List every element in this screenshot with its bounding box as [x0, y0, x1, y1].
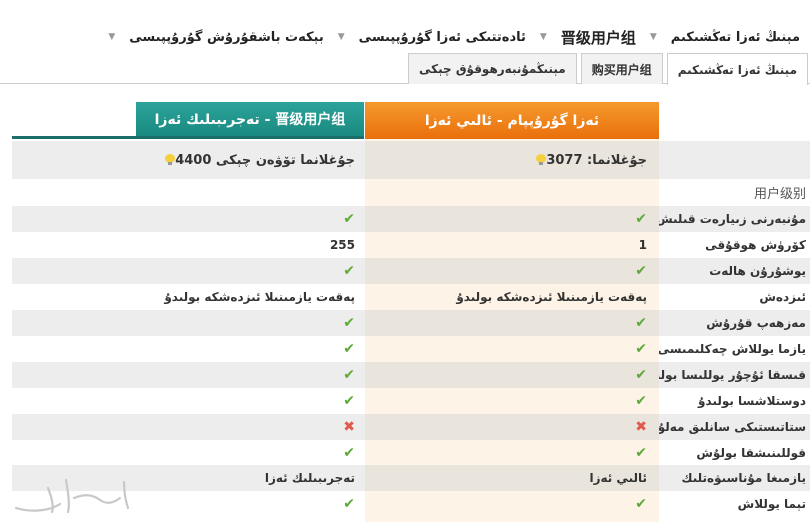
current-plan-header: ئەزا گۇرۇپپام - ئالىي ئەزا: [365, 102, 659, 139]
value-text: پەقەت يازمىنىلا ئىزدەشكە بولىدۇ: [164, 290, 355, 304]
value-text: پەقەت يازمىنىلا ئىزدەشكە بولىدۇ: [456, 290, 647, 304]
table-row: ئىزدەش پەقەت يازمىنىلا ئىزدەشكە بولىدۇ پەق…: [12, 284, 810, 310]
current-value: پەقەت يازمىنىلا ئىزدەشكە بولىدۇ: [365, 284, 659, 310]
row-label: يازما يوللاش چەكلىمىسى يوق: [659, 342, 806, 356]
row-label: تېما يوللاش: [737, 497, 806, 511]
upgrade-value: ✔: [12, 258, 365, 284]
chevron-down-icon[interactable]: ▼: [108, 32, 115, 42]
lightbulb-icon: [536, 154, 547, 166]
score-row: جۇغلانما: 3077 جۇغلانما تۆۋەن چېكى 4400: [12, 141, 810, 179]
table-row: دوستلاشسا بولىدۇ ✔ ✔: [12, 388, 810, 414]
upgrade-value: ✔: [12, 336, 365, 362]
current-value: ✔: [365, 440, 659, 466]
check-icon: ✔: [343, 315, 355, 331]
check-icon: ✔: [343, 263, 355, 279]
check-icon: ✔: [635, 445, 647, 461]
cross-icon: ✖: [635, 419, 647, 435]
current-value: ✔: [365, 258, 659, 284]
section-user-level: 用户级别: [12, 179, 810, 205]
table-row: مۇنبەرنى زىيارەت قىلىش ✔ ✔: [12, 206, 810, 232]
current-plan-name: ئالىي ئەزا: [365, 465, 659, 491]
table-row: يوشۇرۇن ھالەت ✔ ✔: [12, 258, 810, 284]
upgrade-score-text: جۇغلانما تۆۋەن چېكى 4400: [175, 152, 355, 168]
check-icon: ✔: [343, 445, 355, 461]
chevron-down-icon[interactable]: ▼: [650, 32, 657, 42]
upgrade-value: ✔: [12, 388, 365, 414]
current-value: ✔: [365, 310, 659, 336]
table-row: كۆرۈش ھوقۇقى 1 255: [12, 232, 810, 258]
check-icon: ✔: [343, 211, 355, 227]
table-row: يازما يوللاش چەكلىمىسى يوق ✔ ✔: [12, 336, 810, 362]
row-label: مۇنبەرنى زىيارەت قىلىش: [659, 212, 806, 226]
breadcrumb: مېنىڭ ئەزا تەڭشىكىم ▼ 晋级用户组 ▼ ئادەتتىكى …: [10, 24, 800, 50]
row-label: كۆرۈش ھوقۇقى: [705, 238, 806, 252]
current-score-text: جۇغلانما: 3077: [546, 152, 647, 168]
section-label: 用户级别: [753, 186, 806, 202]
check-icon: ✔: [635, 367, 647, 383]
upgrade-value: ✔: [12, 310, 365, 336]
table-row: قىسقا ئۇچۇر يوللىسا بولىدۇ ✔ ✔: [12, 362, 810, 388]
check-icon: ✔: [635, 211, 647, 227]
current-value: ✖: [365, 414, 659, 440]
current-value: ✔: [365, 362, 659, 388]
check-icon: ✔: [343, 393, 355, 409]
breadcrumb-item[interactable]: مېنىڭ ئەزا تەڭشىكىم: [671, 30, 800, 45]
current-value: ✔: [365, 388, 659, 414]
section-label: يازمىغا مۇناسىۋەتلىك: [681, 471, 806, 485]
row-label: مەزھەپ قۇرۇش: [706, 316, 806, 330]
check-icon: ✔: [635, 263, 647, 279]
cross-icon: ✖: [343, 419, 355, 435]
current-value: ✔: [365, 336, 659, 362]
upgrade-value: ✔: [12, 362, 365, 388]
breadcrumb-item[interactable]: ئادەتتىكى ئەزا گۇرۇپپىسى: [359, 30, 526, 45]
tab-buy-group[interactable]: 购买用户组: [580, 53, 663, 84]
upgrade-value: پەقەت يازمىنىلا ئىزدەشكە بولىدۇ: [12, 284, 365, 310]
value-text: 255: [329, 238, 355, 252]
upgrade-plan-underline: [12, 136, 364, 139]
check-icon: ✔: [635, 393, 647, 409]
chevron-down-icon[interactable]: ▼: [338, 32, 345, 42]
breadcrumb-item[interactable]: 晋级用户组: [561, 27, 636, 48]
tab-bar: مېنىڭ ئەزا تەڭشىكىم 购买用户组 مېنىڭمۇنبەرھوق…: [404, 53, 808, 85]
upgrade-value: ✖: [12, 414, 365, 440]
check-icon: ✔: [635, 496, 647, 512]
current-score: جۇغلانما: 3077: [365, 141, 659, 179]
row-label: قوللىنىشقا بولۇش: [696, 446, 806, 460]
value-text: 1: [638, 238, 647, 252]
row-label: قىسقا ئۇچۇر يوللىسا بولىدۇ: [659, 368, 806, 382]
current-value: 1: [365, 232, 659, 258]
row-label: يوشۇرۇن ھالەت: [709, 264, 806, 278]
check-icon: ✔: [343, 367, 355, 383]
upgrade-value: ✔: [12, 440, 365, 466]
row-label: ستاتىستىكى سانلىق مەلۇماتى: [659, 420, 806, 434]
table-row: مەزھەپ قۇرۇش ✔ ✔: [12, 310, 810, 336]
check-icon: ✔: [343, 496, 355, 512]
table-row: ستاتىستىكى سانلىق مەلۇماتى ✖ ✖: [12, 414, 810, 440]
upgrade-plan-header: 晋级用户组 - تەجرىبىلىك ئەزا: [136, 102, 364, 136]
upgrade-value: 255: [12, 232, 365, 258]
row-label: دوستلاشسا بولىدۇ: [698, 394, 806, 408]
watermark-logo: [14, 478, 130, 514]
current-value: ✔: [365, 491, 659, 517]
upgrade-score: جۇغلانما تۆۋەن چېكى 4400: [12, 141, 365, 179]
row-label: ئىزدەش: [759, 290, 806, 304]
chevron-down-icon[interactable]: ▼: [540, 32, 547, 42]
tab-my-permissions[interactable]: مېنىڭمۇنبەرھوقۇق چېكى: [407, 53, 577, 84]
current-value: ✔: [365, 206, 659, 232]
upgrade-value: ✔: [12, 206, 365, 232]
check-icon: ✔: [635, 315, 647, 331]
check-icon: ✔: [343, 341, 355, 357]
table-row: قوللىنىشقا بولۇش ✔ ✔: [12, 440, 810, 466]
check-icon: ✔: [635, 341, 647, 357]
breadcrumb-item[interactable]: بېكەت باشقۇرۇش گۇرۇپپىسى: [129, 30, 323, 45]
lightbulb-icon: [165, 154, 176, 166]
tab-my-membership[interactable]: مېنىڭ ئەزا تەڭشىكىم: [666, 53, 808, 85]
